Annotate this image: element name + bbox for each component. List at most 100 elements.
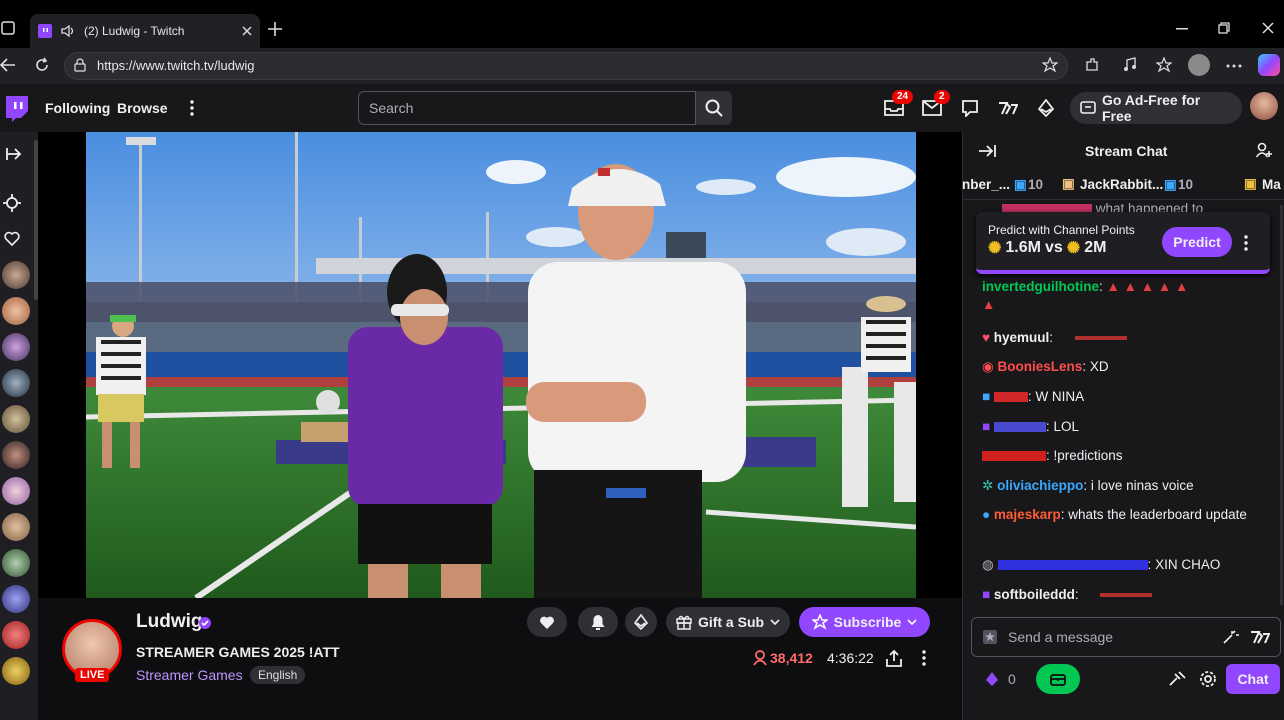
settings-gear-icon[interactable] xyxy=(1199,670,1217,688)
followed-channel-avatar[interactable] xyxy=(2,549,30,577)
extensions-icon[interactable] xyxy=(1084,57,1100,73)
favorite-star-icon[interactable] xyxy=(1042,57,1058,73)
community-icon[interactable] xyxy=(1256,142,1274,158)
followed-channel-avatar[interactable] xyxy=(2,513,30,541)
search-icon xyxy=(705,99,723,117)
search-button[interactable] xyxy=(696,91,732,125)
chat-message: ♥ hyemuul: xyxy=(982,329,1127,347)
message-text: i love ninas voice xyxy=(1090,478,1194,493)
followed-channel-avatar[interactable] xyxy=(2,477,30,505)
bits-icon[interactable] xyxy=(1038,99,1054,117)
heart-icon xyxy=(539,615,555,630)
profile-avatar[interactable] xyxy=(1188,54,1210,76)
twitch-logo-icon[interactable] xyxy=(4,96,28,122)
following-link[interactable]: Following xyxy=(45,100,110,116)
chat-input[interactable]: Send a message xyxy=(971,617,1281,657)
share-icon[interactable] xyxy=(886,649,902,667)
badge-icon: ◍ xyxy=(982,557,994,572)
chat-username[interactable]: BooniesLens xyxy=(998,359,1083,374)
emote-picker-icon[interactable] xyxy=(982,629,998,645)
more-nav-icon[interactable] xyxy=(190,100,194,116)
collections-icon[interactable] xyxy=(1156,57,1172,73)
prime-emote-icon[interactable] xyxy=(1250,629,1270,645)
claim-bonus-button[interactable] xyxy=(1036,664,1080,694)
bits-icon xyxy=(634,614,648,630)
collapse-chat-icon[interactable] xyxy=(978,144,996,158)
chat-username[interactable]: softboileddd xyxy=(994,587,1075,602)
tab-title: (2) Ludwig - Twitch xyxy=(84,24,185,38)
gift-icon: ▣ xyxy=(1164,177,1177,192)
prediction-more-icon[interactable] xyxy=(1244,235,1248,251)
chat-username[interactable]: hyemuul xyxy=(994,330,1050,345)
speaker-icon[interactable] xyxy=(60,24,76,38)
followed-channel-avatar[interactable] xyxy=(2,621,30,649)
close-window-icon[interactable] xyxy=(1262,22,1274,34)
reload-icon[interactable] xyxy=(34,57,50,73)
restore-icon[interactable] xyxy=(1218,22,1230,34)
inbox-count-badge: 24 xyxy=(892,90,914,104)
new-tab-icon[interactable] xyxy=(268,22,282,36)
browse-link[interactable]: Browse xyxy=(117,100,168,116)
predict-button[interactable]: Predict xyxy=(1162,227,1232,257)
leader-count: 10 xyxy=(1028,177,1044,192)
channel-name[interactable]: Ludwig xyxy=(136,611,202,633)
channel-points-balance-icon[interactable] xyxy=(985,671,999,687)
followed-channel-avatar[interactable] xyxy=(2,333,30,361)
expand-rail-icon[interactable] xyxy=(6,147,24,161)
copilot-icon[interactable] xyxy=(1258,54,1280,76)
stream-video-frame[interactable] xyxy=(86,132,916,598)
redacted-username[interactable] xyxy=(982,451,1046,462)
badge-icon: ■ xyxy=(982,389,991,404)
user-avatar[interactable] xyxy=(1250,92,1278,120)
chat-username[interactable]: oliviachieppo xyxy=(997,478,1083,493)
effects-icon[interactable] xyxy=(1222,629,1240,645)
moderation-icon[interactable] xyxy=(1168,671,1186,687)
chat-username[interactable]: invertedguilhotine xyxy=(982,279,1099,294)
chat-scrollbar[interactable] xyxy=(1280,205,1283,605)
message-text: !predictions xyxy=(1053,448,1123,463)
whispers-icon[interactable] xyxy=(962,100,978,117)
tab-actions-icon[interactable] xyxy=(0,20,16,36)
followed-channel-avatar[interactable] xyxy=(2,297,30,325)
go-ad-free-button[interactable]: Go Ad-Free for Free xyxy=(1070,92,1242,124)
more-channel-options-icon[interactable] xyxy=(922,650,926,666)
follow-button[interactable] xyxy=(527,607,567,637)
bits-button[interactable] xyxy=(625,607,657,637)
search-input[interactable]: Search xyxy=(358,91,696,125)
chat-input-placeholder: Send a message xyxy=(1008,629,1114,645)
followed-channel-avatar[interactable] xyxy=(2,369,30,397)
leader-name[interactable]: JackRabbit... xyxy=(1080,177,1163,192)
prime-gaming-icon[interactable] xyxy=(998,100,1018,116)
category-link[interactable]: Streamer Games xyxy=(136,667,243,683)
redacted-username[interactable] xyxy=(993,422,1046,433)
leader-count: 10 xyxy=(1178,177,1194,192)
close-tab-icon[interactable] xyxy=(242,26,252,36)
back-icon[interactable] xyxy=(0,58,16,72)
chevron-down-icon xyxy=(770,618,780,626)
chat-username[interactable]: majeskarp xyxy=(994,507,1061,522)
minimize-icon[interactable] xyxy=(1176,28,1188,30)
redacted-username[interactable] xyxy=(997,560,1148,571)
leader-name[interactable]: Ma xyxy=(1262,177,1281,192)
followed-channel-avatar[interactable] xyxy=(2,261,30,289)
language-tag[interactable]: English xyxy=(250,666,306,684)
subscribe-button[interactable]: Subscribe xyxy=(799,607,930,637)
gift-sub-button[interactable]: Gift a Sub xyxy=(666,607,790,637)
followed-channel-avatar[interactable] xyxy=(2,441,30,469)
redacted-username[interactable] xyxy=(993,392,1028,403)
leader-name[interactable]: nber_... xyxy=(962,177,1010,192)
url-text[interactable]: https://www.twitch.tv/ludwig xyxy=(97,58,255,73)
more-options-icon[interactable] xyxy=(1226,64,1242,68)
followed-channel-avatar[interactable] xyxy=(2,657,30,685)
chat-send-button[interactable]: Chat xyxy=(1226,664,1280,694)
notifications-button[interactable] xyxy=(578,607,618,637)
chest-icon xyxy=(1050,672,1066,686)
music-icon[interactable] xyxy=(1122,57,1138,73)
followed-channel-avatar[interactable] xyxy=(2,585,30,613)
notifications-count-badge: 2 xyxy=(934,90,950,104)
message-text: W NINA xyxy=(1035,389,1085,404)
chat-message: ● majeskarp: whats the leaderboard updat… xyxy=(982,507,1247,522)
browser-tab[interactable]: (2) Ludwig - Twitch xyxy=(30,14,260,48)
followed-channel-avatar[interactable] xyxy=(2,405,30,433)
lock-icon[interactable] xyxy=(74,58,86,72)
